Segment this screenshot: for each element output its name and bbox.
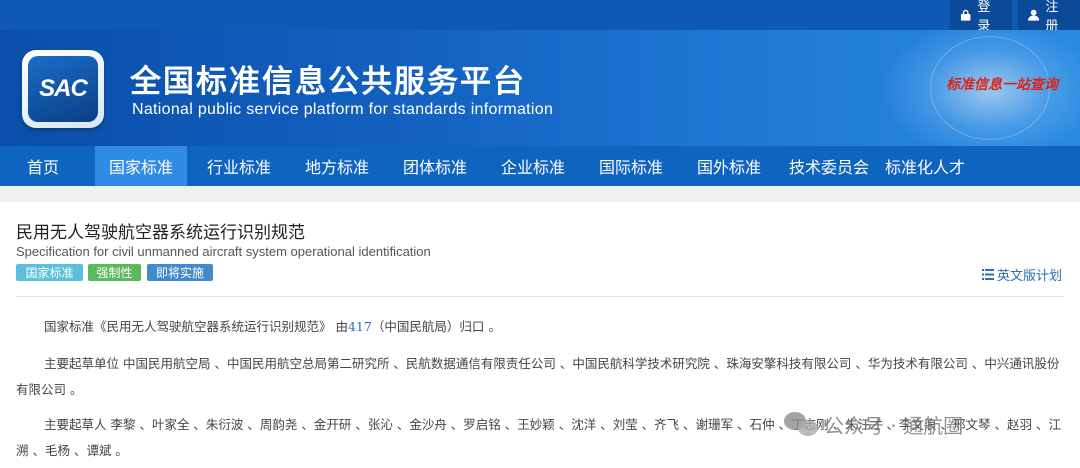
slogan: 标准信息一站查询 xyxy=(946,77,1058,93)
site-subtitle: National public service platform for sta… xyxy=(132,101,554,118)
lock-icon xyxy=(960,9,971,21)
nav-item-enterprise[interactable]: 企业标准 xyxy=(487,146,579,186)
nav-item-talent[interactable]: 标准化人才 xyxy=(879,146,971,186)
register-label: 注册 xyxy=(1045,0,1059,34)
logo-text: SAC xyxy=(39,75,88,102)
login-button[interactable]: 登录 xyxy=(950,0,1012,34)
main-nav: 首页 国家标准 行业标准 地方标准 团体标准 企业标准 国际标准 国外标准 技术… xyxy=(0,146,1080,186)
nav-item-international[interactable]: 国际标准 xyxy=(585,146,677,186)
sac-logo[interactable]: SAC xyxy=(22,50,104,128)
tag-mandatory: 强制性 xyxy=(88,264,141,281)
list-icon xyxy=(982,269,994,280)
intro-paragraph: 国家标准《民用无人驾驶航空器系统运行识别规范》 由417（中国民航局）归口 。 xyxy=(16,314,1062,340)
nav-item-industry[interactable]: 行业标准 xyxy=(193,146,285,186)
nav-item-foreign[interactable]: 国外标准 xyxy=(683,146,775,186)
nav-item-group[interactable]: 团体标准 xyxy=(389,146,481,186)
english-plan-label: 英文版计划 xyxy=(997,269,1063,284)
intro-suffix: （中国民航局）归口 。 xyxy=(371,319,501,334)
sac-logo-inner: SAC xyxy=(28,56,98,122)
nav-item-committee[interactable]: 技术委员会 xyxy=(779,146,879,186)
english-plan-link[interactable]: 英文版计划 xyxy=(982,265,1062,284)
page-title-english: Specification for civil unmanned aircraf… xyxy=(16,244,431,259)
page-title: 民用无人驾驶航空器系统运行识别规范 xyxy=(16,223,305,243)
wechat-icon xyxy=(784,410,818,438)
nav-item-home[interactable]: 首页 xyxy=(0,146,86,186)
tag-upcoming: 即将实施 xyxy=(147,264,213,281)
divider xyxy=(16,296,1064,297)
tag-national-standard: 国家标准 xyxy=(16,264,83,281)
watermark: 公众号 · 通航圈 xyxy=(784,404,963,444)
drafting-units-paragraph: 主要起草单位 中国民用航空局 、中国民用航空总局第二研究所 、民航数据通信有限责… xyxy=(16,356,1060,397)
nav-item-local[interactable]: 地方标准 xyxy=(291,146,383,186)
nav-item-national[interactable]: 国家标准 xyxy=(95,146,187,186)
watermark-text: 公众号 · 通航圈 xyxy=(824,413,964,438)
committee-link[interactable]: 417 xyxy=(348,319,372,334)
user-icon xyxy=(1028,9,1040,21)
register-button[interactable]: 注册 xyxy=(1018,0,1080,34)
login-label: 登录 xyxy=(977,0,991,34)
top-bar: 登录 注册 xyxy=(0,0,1080,34)
intro-prefix: 国家标准《民用无人驾驶航空器系统运行识别规范》 由 xyxy=(44,319,348,334)
site-title: 全国标准信息公共服务平台 xyxy=(130,64,526,100)
